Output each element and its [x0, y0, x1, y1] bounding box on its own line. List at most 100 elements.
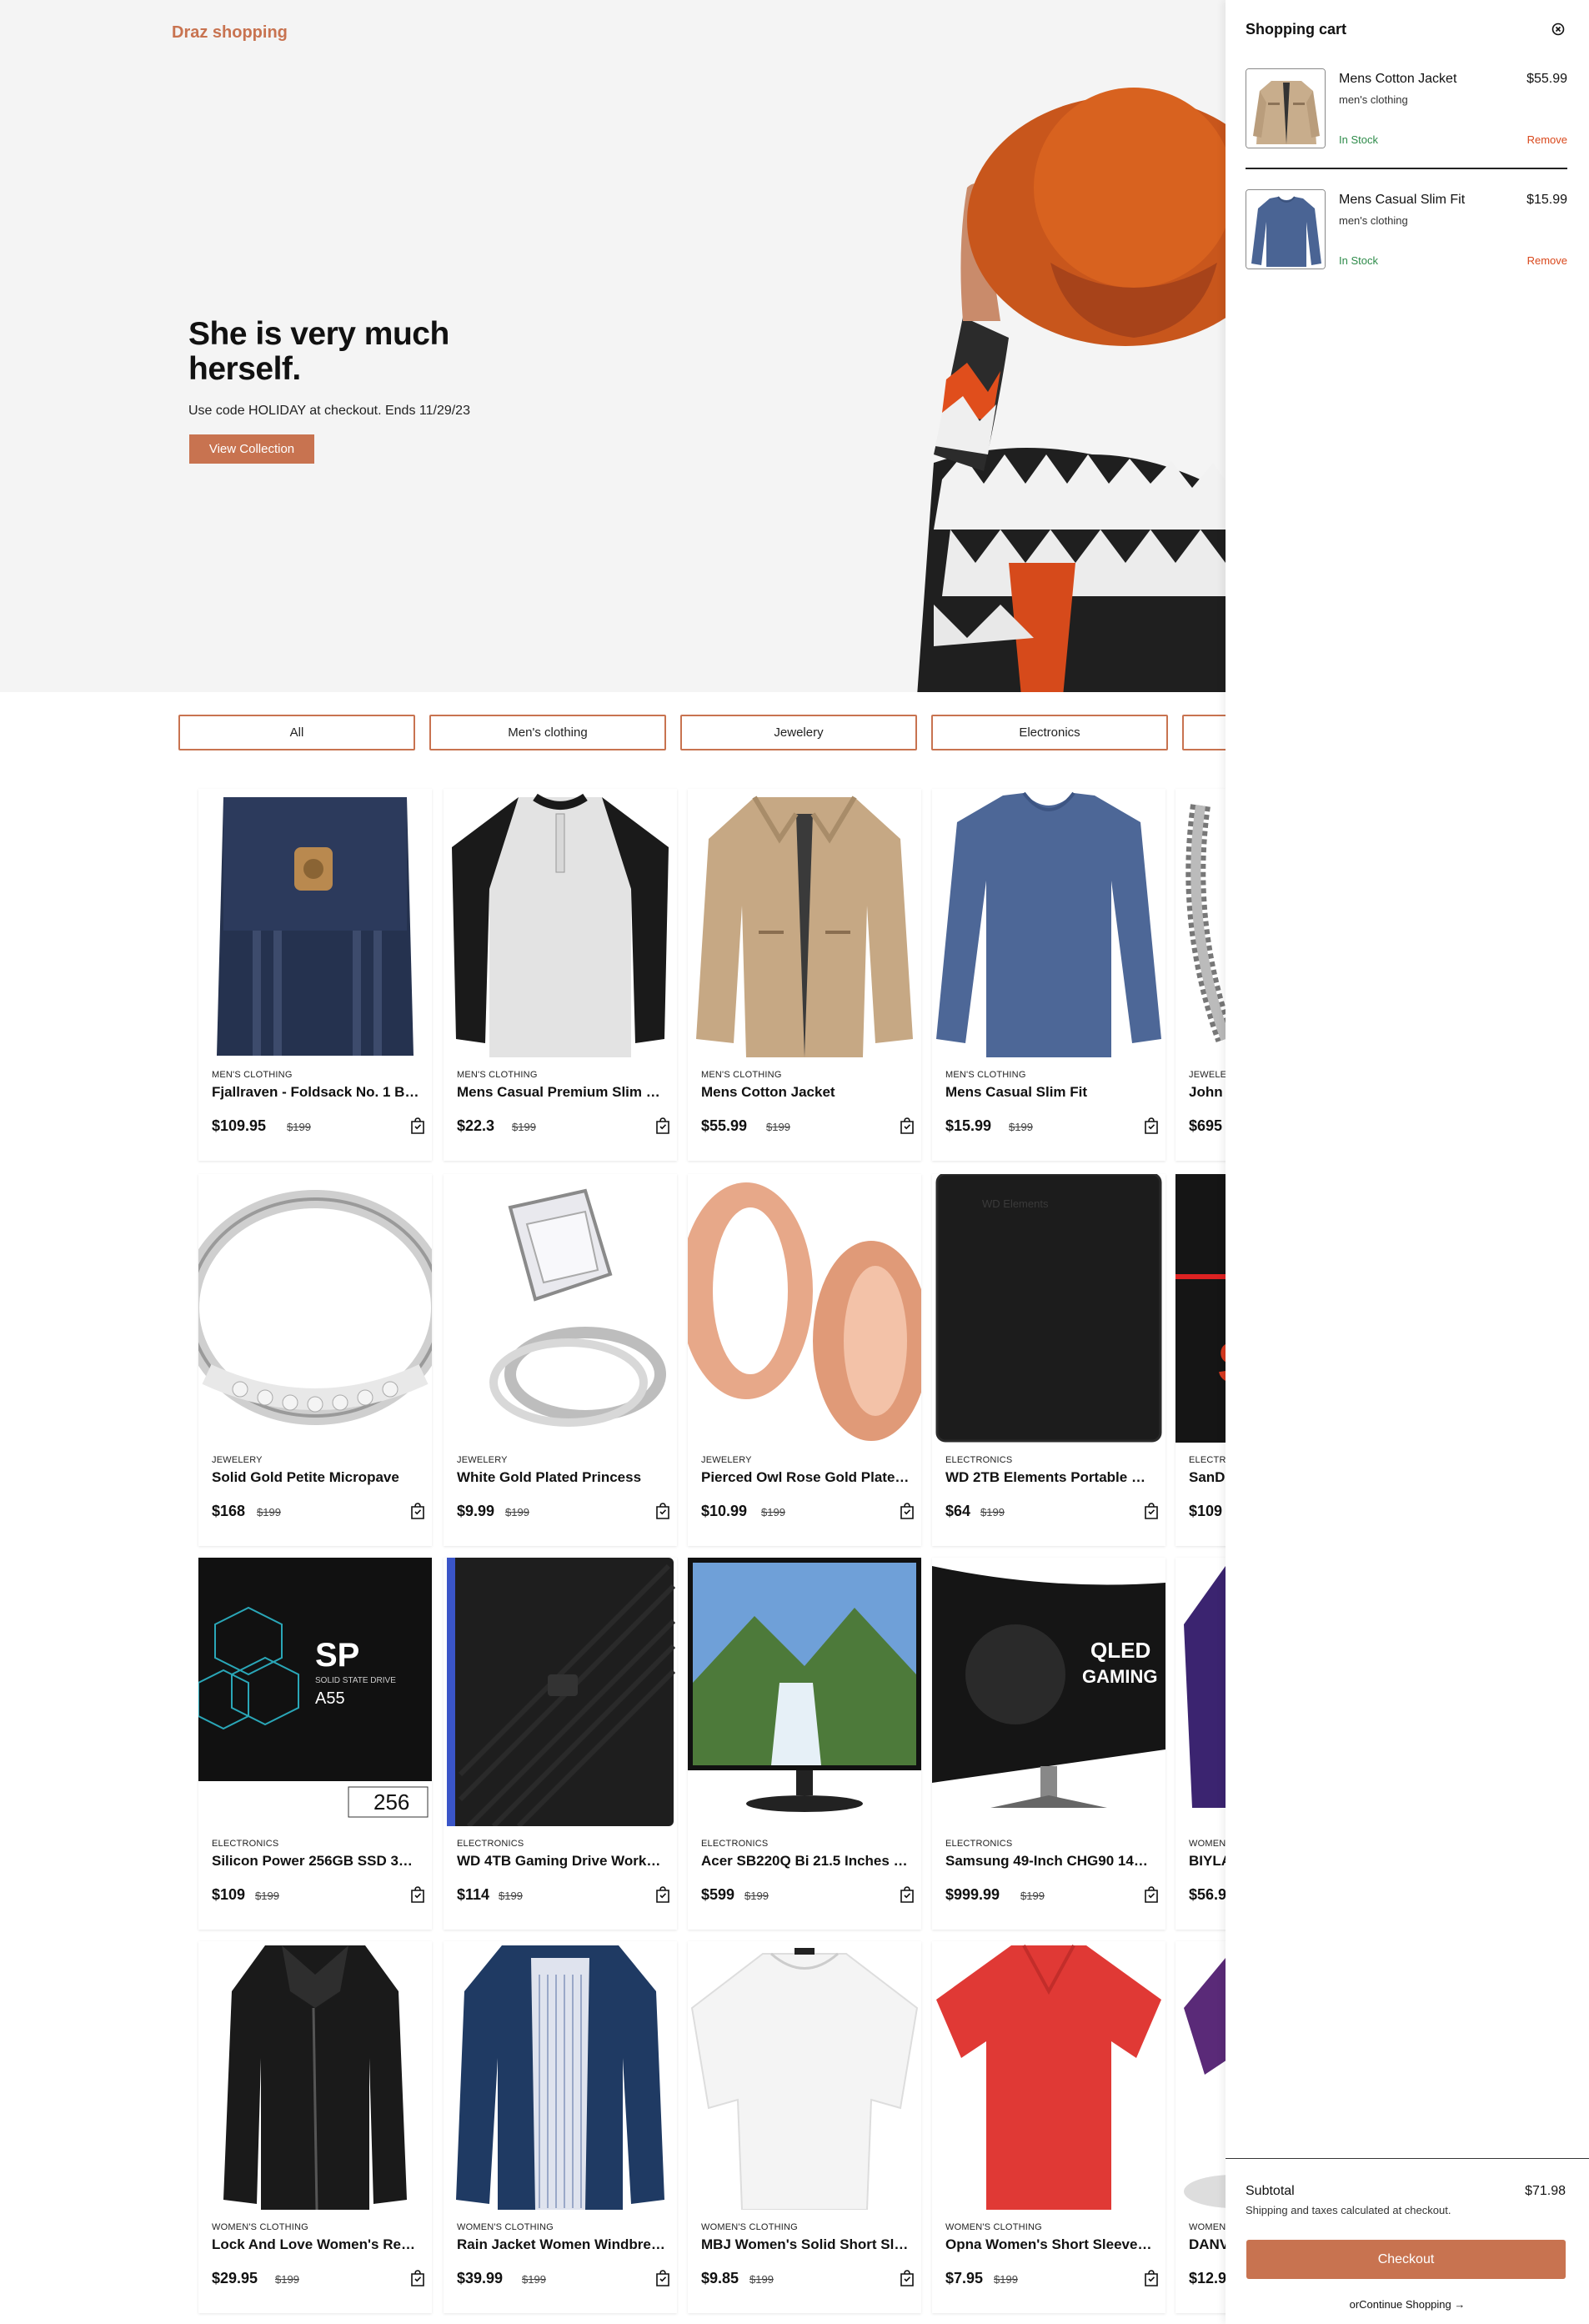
- product-card[interactable]: WOMEN'S CLOTHING MBJ Women's Solid Short …: [688, 1941, 921, 2313]
- product-title[interactable]: Rain Jacket Women Windbreaker Striped Cl…: [457, 2236, 665, 2253]
- product-title[interactable]: Solid Gold Petite Micropave: [212, 1469, 420, 1486]
- cart-item-image[interactable]: [1246, 68, 1326, 148]
- checkout-button[interactable]: Checkout: [1246, 2240, 1566, 2279]
- add-to-cart-bag-icon[interactable]: [1144, 1117, 1159, 1134]
- product-category: ELECTRONICS: [701, 1839, 769, 1849]
- product-image[interactable]: [932, 1941, 1165, 2210]
- add-to-cart-bag-icon[interactable]: [655, 2270, 670, 2286]
- product-card[interactable]: MEN'S CLOTHING Mens Casual Slim Fit $15.99…: [932, 789, 1165, 1161]
- product-card[interactable]: JEWELERY White Gold Plated Princess $9.99 $…: [444, 1174, 677, 1546]
- product-card[interactable]: WOMEN'S CLOTHING BIYLACLESEN Women's 3-in…: [1175, 1558, 1226, 1930]
- product-title[interactable]: Samsung 49-Inch CHG90 144Hz Curved Gamin…: [945, 1853, 1154, 1870]
- product-image[interactable]: [198, 1941, 432, 2210]
- product-image[interactable]: [198, 1174, 432, 1443]
- product-title[interactable]: SanDisk SSD PLUS 1TB Internal SSD - SATA…: [1189, 1469, 1226, 1486]
- product-image[interactable]: [688, 1558, 921, 1826]
- add-to-cart-bag-icon[interactable]: [655, 1503, 670, 1519]
- product-image[interactable]: [198, 789, 432, 1057]
- product-image[interactable]: [444, 1174, 677, 1443]
- add-to-cart-bag-icon[interactable]: [410, 1886, 425, 1903]
- product-title[interactable]: Opna Women's Short Sleeve Moisture: [945, 2236, 1154, 2253]
- add-to-cart-bag-icon[interactable]: [410, 1117, 425, 1134]
- product-title[interactable]: Acer SB220Q Bi 21.5 Inches Full HD (1920…: [701, 1853, 910, 1870]
- add-to-cart-bag-icon[interactable]: [655, 1886, 670, 1903]
- product-title[interactable]: White Gold Plated Princess: [457, 1469, 665, 1486]
- continue-shopping-link[interactable]: Continue Shopping →: [1359, 2298, 1465, 2311]
- filter-jewelery[interactable]: Jewelery: [680, 715, 917, 750]
- add-to-cart-bag-icon[interactable]: [900, 1117, 915, 1134]
- product-original-price: $199: [499, 1890, 523, 1902]
- filter-all[interactable]: All: [178, 715, 415, 750]
- cart-item-remove-button[interactable]: Remove: [1527, 133, 1567, 146]
- product-image[interactable]: [1175, 1558, 1226, 1826]
- cart-item-remove-button[interactable]: Remove: [1527, 254, 1567, 267]
- product-image[interactable]: [444, 789, 677, 1057]
- view-collection-button[interactable]: View Collection: [189, 434, 314, 464]
- product-image[interactable]: [444, 1558, 677, 1826]
- product-title[interactable]: WD 4TB Gaming Drive Works with Playstati…: [457, 1853, 665, 1870]
- product-card[interactable]: WD Elements ELECTRONICS WD 2TB Elements Po…: [932, 1174, 1165, 1546]
- product-card[interactable]: WOMEN'S CLOTHING Rain Jacket Women Windbr…: [444, 1941, 677, 2313]
- filter-mens-clothing[interactable]: Men's clothing: [429, 715, 666, 750]
- product-card[interactable]: WOMEN'S CLOTHING Lock And Love Women's Re…: [198, 1941, 432, 2313]
- product-category: WOMEN'S CLOTHING: [945, 2222, 1042, 2232]
- product-image[interactable]: WD Elements: [932, 1174, 1165, 1443]
- add-to-cart-bag-icon[interactable]: [410, 2270, 425, 2286]
- add-to-cart-bag-icon[interactable]: [900, 2270, 915, 2286]
- product-card[interactable]: JEWELERY Pierced Owl Rose Gold Plated Sta…: [688, 1174, 921, 1546]
- product-image[interactable]: [932, 789, 1165, 1057]
- product-card[interactable]: WOMEN'S CLOTHING DANVOUY Womens T Shirt C…: [1175, 1941, 1226, 2313]
- product-card[interactable]: MEN'S CLOTHING Fjallraven - Foldsack No. …: [198, 789, 432, 1161]
- product-card[interactable]: QLED GAMING ELECTRONICS Samsung 49-Inch CHG…: [932, 1558, 1165, 1930]
- product-card[interactable]: SanDisk ELECTRONICS SanDisk SSD PLUS 1TB I…: [1175, 1174, 1226, 1546]
- product-image[interactable]: [1175, 789, 1226, 1057]
- product-original-price: $199: [255, 1890, 279, 1902]
- product-original-price: $199: [512, 1121, 536, 1133]
- cart-item-name[interactable]: Mens Cotton Jacket: [1339, 72, 1456, 87]
- product-card[interactable]: MEN'S CLOTHING Mens Casual Premium Slim F…: [444, 789, 677, 1161]
- product-title[interactable]: MBJ Women's Solid Short Sleeve Boat Neck…: [701, 2236, 910, 2253]
- filter-womens-clothing[interactable]: [1182, 715, 1226, 750]
- product-title[interactable]: BIYLACLESEN Women's 3-in-1 Snowboard Jac…: [1189, 1853, 1226, 1870]
- add-to-cart-bag-icon[interactable]: [655, 1117, 670, 1134]
- product-image[interactable]: [444, 1941, 677, 2210]
- product-title[interactable]: Mens Casual Slim Fit: [945, 1084, 1154, 1101]
- product-image[interactable]: QLED GAMING: [932, 1558, 1165, 1826]
- cart-item-image[interactable]: [1246, 189, 1326, 269]
- add-to-cart-bag-icon[interactable]: [1144, 1503, 1159, 1519]
- product-image[interactable]: [688, 1174, 921, 1443]
- product-card[interactable]: MEN'S CLOTHING Mens Cotton Jacket $55.99 $1…: [688, 789, 921, 1161]
- product-title[interactable]: Fjallraven - Foldsack No. 1 Backpack, Fi…: [212, 1084, 420, 1101]
- product-title[interactable]: Mens Casual Premium Slim Fit T-Shirts: [457, 1084, 665, 1101]
- product-card[interactable]: SP SOLID STATE DRIVE A55 256 ELECTRONICS Sili…: [198, 1558, 432, 1930]
- add-to-cart-bag-icon[interactable]: [1144, 1886, 1159, 1903]
- product-title[interactable]: Lock And Love Women's Removable Hooded F…: [212, 2236, 420, 2253]
- cart-item-name[interactable]: Mens Casual Slim Fit: [1339, 193, 1465, 208]
- product-image[interactable]: [1175, 1941, 1226, 2210]
- product-card[interactable]: ELECTRONICS Acer SB220Q Bi 21.5 Inches Fu…: [688, 1558, 921, 1930]
- close-icon[interactable]: [1551, 22, 1566, 37]
- product-card[interactable]: JEWELERY John Hardy Women's Legends Naga …: [1175, 789, 1226, 1161]
- product-image[interactable]: [688, 1941, 921, 2210]
- product-title[interactable]: WD 2TB Elements Portable External Hard D…: [945, 1469, 1154, 1486]
- product-title[interactable]: Silicon Power 256GB SSD 3D NAND A55 SLC …: [212, 1853, 420, 1870]
- product-title[interactable]: Pierced Owl Rose Gold Plated Stainless S…: [701, 1469, 910, 1486]
- product-image[interactable]: [688, 789, 921, 1057]
- product-card[interactable]: ELECTRONICS WD 4TB Gaming Drive Works wit…: [444, 1558, 677, 1930]
- product-price: $695: [1189, 1117, 1223, 1134]
- brand-logo[interactable]: Draz shopping: [172, 23, 288, 43]
- add-to-cart-bag-icon[interactable]: [1144, 2270, 1159, 2286]
- product-category: JEWELERY: [701, 1455, 752, 1465]
- product-title[interactable]: DANVOUY Womens T Shirt Casual Cotton Sho…: [1189, 2236, 1226, 2253]
- filter-electronics[interactable]: Electronics: [931, 715, 1168, 750]
- product-category: JEWELERY: [457, 1455, 508, 1465]
- add-to-cart-bag-icon[interactable]: [900, 1503, 915, 1519]
- product-image[interactable]: SP SOLID STATE DRIVE A55 256: [198, 1558, 432, 1826]
- product-card[interactable]: JEWELERY Solid Gold Petite Micropave $168 $…: [198, 1174, 432, 1546]
- product-title[interactable]: Mens Cotton Jacket: [701, 1084, 910, 1101]
- add-to-cart-bag-icon[interactable]: [900, 1886, 915, 1903]
- add-to-cart-bag-icon[interactable]: [410, 1503, 425, 1519]
- product-image[interactable]: SanDisk: [1175, 1174, 1226, 1443]
- product-title[interactable]: John Hardy Women's Legends Naga Gold & S…: [1189, 1084, 1226, 1101]
- product-card[interactable]: WOMEN'S CLOTHING Opna Women's Short Sleev…: [932, 1941, 1165, 2313]
